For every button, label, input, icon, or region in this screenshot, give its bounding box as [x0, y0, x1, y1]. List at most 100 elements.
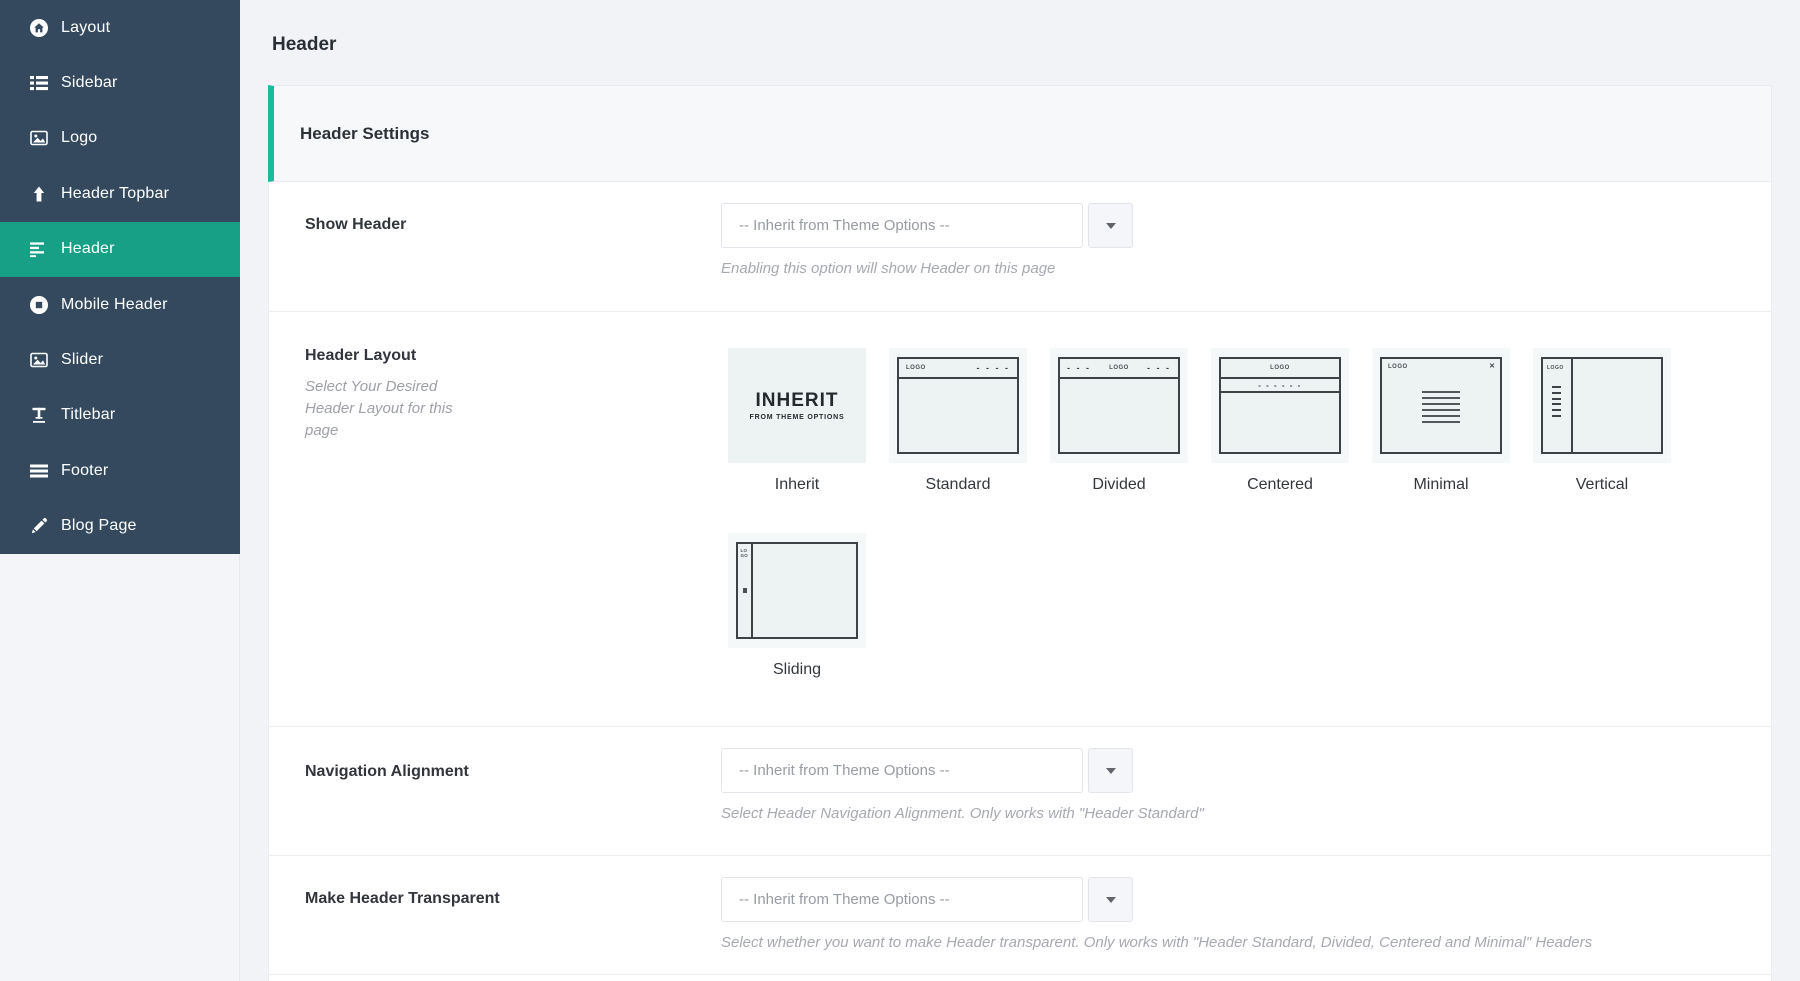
- chevron-down-icon: [1105, 896, 1116, 903]
- thumb-menu-ticks: [1552, 386, 1561, 421]
- layout-thumb-centered: LOGO - - - - - -: [1211, 348, 1349, 463]
- sidebar-item-label: Titlebar: [61, 406, 116, 424]
- field-sublabel: Select Your Desired Header Layout for th…: [305, 378, 453, 439]
- field-help-text: Enabling this option will show Header on…: [721, 260, 1056, 277]
- layout-option-minimal[interactable]: LOGO ✕ Minimal: [1372, 348, 1510, 494]
- thumb-menu-dot: [743, 588, 747, 593]
- sidebar-item-label: Header: [61, 240, 115, 258]
- thumb-logo-text: LOGO: [1270, 365, 1290, 371]
- layout-option-caption: Inherit: [774, 476, 820, 493]
- thumb-menu-dashes: - - -: [1067, 363, 1091, 373]
- layout-thumb-divided: - - - LOGO - - -: [1050, 348, 1188, 463]
- footer-icon: [30, 462, 48, 480]
- sidebar-item-label: Blog Page: [61, 517, 137, 535]
- sidebar-item-label: Layout: [61, 18, 111, 36]
- layout-thumb-vertical: LOGO: [1533, 348, 1671, 463]
- layout-option-caption: Minimal: [1413, 476, 1469, 493]
- row-navigation-alignment: Navigation Alignment -- Inherit from The…: [269, 727, 1771, 856]
- settings-sidebar: Layout Sidebar Logo Header Topbar Header…: [0, 0, 240, 981]
- sidebar-item-header[interactable]: Header: [0, 221, 240, 277]
- pencil-icon: [30, 517, 48, 535]
- logo-icon: [30, 129, 48, 147]
- sidebar-item-label: Mobile Header: [61, 295, 168, 313]
- field-control: -- Inherit from Theme Options -- Enablin…: [721, 203, 1133, 277]
- sidebar-item-label: Slider: [61, 351, 104, 369]
- layout-option-centered[interactable]: LOGO - - - - - - Centered: [1211, 348, 1349, 494]
- thumb-close-icon: ✕: [1489, 363, 1495, 370]
- row-show-header: Show Header -- Inherit from Theme Option…: [269, 182, 1771, 312]
- arrow-up-icon: [30, 185, 48, 203]
- field-label: Header Layout: [305, 347, 417, 364]
- thumb-menu-dashes: - - -: [1146, 363, 1171, 373]
- section-heading: Header Settings: [300, 123, 430, 143]
- align-left-icon: [30, 240, 48, 258]
- chevron-down-icon: [1105, 222, 1116, 229]
- sidebar-item-label: Header Topbar: [61, 184, 170, 202]
- thumb-logo-text: LOGO: [906, 365, 926, 371]
- make-header-transparent-select[interactable]: -- Inherit from Theme Options --: [721, 877, 1592, 922]
- theme-options-page: Layout Sidebar Logo Header Topbar Header…: [0, 0, 1800, 981]
- thumb-menu-lines: [1422, 391, 1460, 427]
- sidebar-item-logo[interactable]: Logo: [0, 111, 240, 166]
- layout-option-divided[interactable]: - - - LOGO - - - Divided: [1050, 348, 1188, 494]
- sidebar-item-layout[interactable]: Layout: [0, 0, 240, 55]
- main-content: Header Header Settings Show Header -- In…: [240, 0, 1800, 981]
- select-value-box[interactable]: -- Inherit from Theme Options --: [721, 877, 1083, 922]
- layout-thumb-minimal: LOGO ✕: [1372, 348, 1510, 463]
- sidebar-item-slider[interactable]: Slider: [0, 332, 240, 387]
- settings-nav: Layout Sidebar Logo Header Topbar Header…: [0, 0, 240, 554]
- select-value-box[interactable]: -- Inherit from Theme Options --: [721, 748, 1083, 793]
- select-caret-button[interactable]: [1088, 203, 1133, 248]
- sidebar-item-label: Sidebar: [61, 74, 118, 92]
- row-header-layout: Header Layout Select Your Desired Header…: [269, 312, 1771, 727]
- field-label: Navigation Alignment: [305, 763, 469, 780]
- show-header-select[interactable]: -- Inherit from Theme Options --: [721, 203, 1133, 248]
- header-settings-band: Header Settings: [268, 85, 1772, 182]
- layout-option-caption: Standard: [925, 476, 991, 493]
- titlebar-icon: [30, 406, 48, 424]
- inherit-thumb-subtitle: FROM THEME OPTIONS: [749, 414, 845, 421]
- thumb-logo-text: LOGO: [740, 548, 749, 558]
- thumb-vertical-divider: [1571, 359, 1573, 452]
- sidebar-item-header-topbar[interactable]: Header Topbar: [0, 166, 240, 221]
- sidebar-item-label: Logo: [61, 129, 98, 147]
- layout-option-caption: Divided: [1092, 476, 1146, 493]
- layout-option-caption: Vertical: [1575, 476, 1629, 493]
- thumb-menu-dashes: - - - - - -: [1258, 380, 1302, 390]
- thumb-logo-text: LOGO: [1547, 365, 1564, 371]
- selected-option: -- Inherit from Theme Options --: [739, 762, 950, 779]
- inherit-thumb-title: INHERIT: [755, 390, 839, 411]
- sidebar-item-footer[interactable]: Footer: [0, 443, 240, 498]
- sidebar-item-sidebar[interactable]: Sidebar: [0, 55, 240, 110]
- layout-icon: [30, 18, 48, 37]
- selected-option: -- Inherit from Theme Options --: [739, 891, 950, 908]
- layout-option-inherit[interactable]: INHERIT FROM THEME OPTIONS Inherit: [728, 348, 866, 494]
- select-value-box[interactable]: -- Inherit from Theme Options --: [721, 203, 1083, 248]
- layout-option-caption: Centered: [1247, 476, 1313, 493]
- sidebar-item-mobile-header[interactable]: Mobile Header: [0, 277, 240, 332]
- layout-thumb-inherit: INHERIT FROM THEME OPTIONS: [728, 348, 866, 463]
- sidebar-item-label: Footer: [61, 461, 109, 479]
- thumb-menu-dashes: - - - -: [976, 363, 1010, 373]
- layout-option-sliding[interactable]: LOGO Sliding: [728, 533, 866, 679]
- slider-icon: [30, 351, 48, 369]
- thumb-logo-text: LOGO: [1388, 364, 1408, 370]
- thumb-vertical-divider: [751, 544, 753, 637]
- navigation-alignment-select[interactable]: -- Inherit from Theme Options --: [721, 748, 1204, 793]
- field-help-text: Select whether you want to make Header t…: [721, 934, 1593, 951]
- layout-thumb-sliding: LOGO: [728, 533, 866, 648]
- header-layout-options: INHERIT FROM THEME OPTIONS Inherit LOGO …: [728, 348, 1671, 494]
- sidebar-item-blog-page[interactable]: Blog Page: [0, 499, 240, 554]
- mobile-header-icon: [30, 295, 48, 314]
- field-label: Make Header Transparent: [305, 890, 500, 907]
- select-caret-button[interactable]: [1088, 748, 1133, 793]
- select-caret-button[interactable]: [1088, 877, 1133, 922]
- field-control: -- Inherit from Theme Options -- Select …: [721, 877, 1592, 951]
- layout-option-vertical[interactable]: LOGO Vertical: [1533, 348, 1671, 494]
- layout-option-standard[interactable]: LOGO - - - - Standard: [889, 348, 1027, 494]
- page-title: Header: [272, 34, 337, 55]
- field-label: Show Header: [305, 216, 407, 233]
- sidebar-item-titlebar[interactable]: Titlebar: [0, 388, 240, 443]
- selected-option: -- Inherit from Theme Options --: [739, 217, 950, 234]
- sidebar-icon: [30, 74, 48, 92]
